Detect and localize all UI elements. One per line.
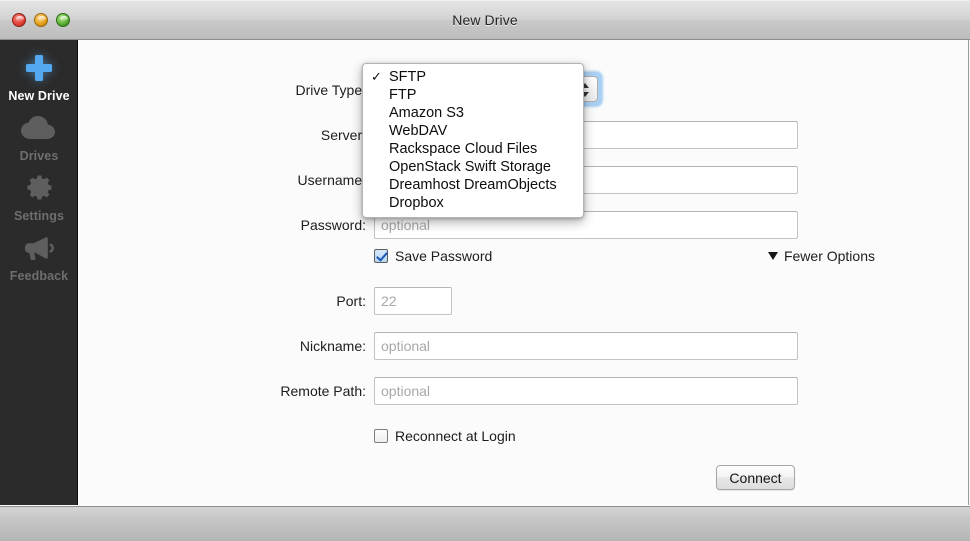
menu-item-rackspace-cloud-files[interactable]: Rackspace Cloud Files [363,140,583,158]
menu-item-label: Dropbox [389,195,444,211]
fewer-options-toggle[interactable]: Fewer Options [767,248,875,264]
window-titlebar: New Drive [0,0,970,40]
nickname-row: Nickname: [79,332,969,360]
port-label: Port: [336,293,366,309]
menu-item-sftp[interactable]: ✓ SFTP [363,68,583,86]
port-row: Port: [79,287,969,315]
menu-item-openstack-swift-storage[interactable]: OpenStack Swift Storage [363,158,583,176]
menu-item-label: WebDAV [389,123,448,139]
fewer-options-label: Fewer Options [783,248,875,264]
sidebar-item-settings[interactable]: Settings [0,168,78,223]
triangle-down-icon [767,252,778,260]
reconnect-at-login-label: Reconnect at Login [395,428,516,444]
save-password-label: Save Password [395,248,493,264]
sidebar-item-feedback[interactable]: Feedback [0,228,78,283]
nickname-label: Nickname: [299,338,366,354]
sidebar-item-new-drive[interactable]: New Drive [0,48,78,103]
server-label: Server: [320,127,366,143]
connect-button[interactable]: Connect [716,465,795,490]
menu-item-ftp[interactable]: FTP [363,86,583,104]
menu-item-dreamhost-dreamobjects[interactable]: Dreamhost DreamObjects [363,176,583,194]
port-input[interactable] [374,287,452,315]
drive-type-dropdown-menu[interactable]: ✓ SFTP FTP Amazon S3 WebDAV Rackspace Cl… [362,63,584,218]
reconnect-at-login-checkbox[interactable] [374,429,388,443]
sidebar-item-label: Settings [13,209,65,223]
save-password-checkbox[interactable] [374,249,388,263]
menu-item-label: Amazon S3 [389,105,464,121]
drive-type-label: Drive Type: [295,82,366,98]
plus-icon [0,48,78,88]
menu-item-label: SFTP [389,69,427,85]
sidebar-item-label: New Drive [8,89,70,103]
menu-item-dropbox[interactable]: Dropbox [363,194,583,212]
cloud-icon [0,108,78,148]
new-drive-window: New Drive New Drive Drives Settings Feed… [0,0,970,541]
sidebar-item-label: Drives [19,149,59,163]
menu-item-webdav[interactable]: WebDAV [363,122,583,140]
window-title: New Drive [452,12,518,28]
username-label: Username: [297,172,366,188]
menu-item-label: FTP [389,87,417,103]
save-password-row[interactable]: Save Password [374,248,492,264]
remote-path-label: Remote Path: [280,383,366,399]
remote-path-input[interactable] [374,377,798,405]
menu-item-label: OpenStack Swift Storage [389,159,551,175]
checkmark-icon: ✓ [371,69,382,84]
password-label: Password: [300,217,366,233]
nickname-input[interactable] [374,332,798,360]
gear-icon [0,168,78,208]
sidebar: New Drive Drives Settings Feedback [0,40,78,505]
menu-item-label: Rackspace Cloud Files [389,141,538,157]
remote-path-row: Remote Path: [79,377,969,405]
sidebar-item-label: Feedback [9,269,69,283]
megaphone-icon [0,228,78,268]
reconnect-at-login-row[interactable]: Reconnect at Login [374,428,516,444]
menu-item-amazon-s3[interactable]: Amazon S3 [363,104,583,122]
window-footer [0,506,970,541]
menu-item-label: Dreamhost DreamObjects [389,177,557,193]
sidebar-item-drives[interactable]: Drives [0,108,78,163]
